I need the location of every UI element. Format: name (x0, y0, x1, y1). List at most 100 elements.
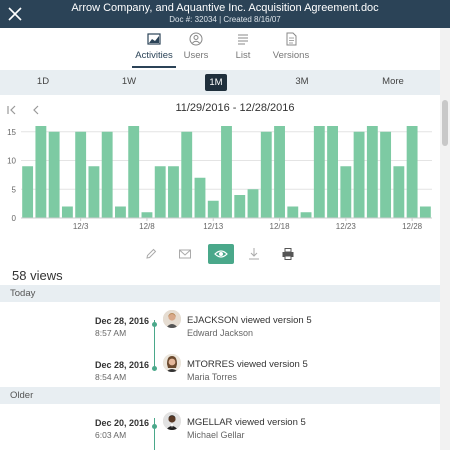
chart-bar[interactable] (181, 131, 193, 218)
tab-label: Activities (135, 50, 173, 61)
x-tick-label: 12/18 (270, 222, 291, 231)
y-tick-label: 15 (7, 128, 16, 137)
tab-underline (132, 66, 176, 68)
tab-list[interactable]: List (229, 32, 257, 68)
activity-action: MGELLAR viewed version 5 (187, 417, 306, 428)
activity-filter-toolbar (0, 243, 440, 265)
section-header-older: Older (0, 387, 440, 404)
chart-bar[interactable] (115, 206, 126, 219)
list-icon (236, 32, 250, 46)
tab-label: List (235, 50, 251, 61)
activity-time: 6:03 AM (95, 430, 127, 440)
x-tick-label: 12/8 (139, 222, 155, 231)
range-1d-button[interactable]: 1D (35, 76, 51, 87)
timeline-dot (152, 424, 157, 429)
scrollbar-track[interactable] (440, 28, 450, 450)
x-tick-label: 12/13 (203, 222, 224, 231)
document-title: Arrow Company, and Aquantive Inc. Acquis… (71, 2, 379, 14)
range-more-button[interactable]: More (380, 76, 406, 87)
tab-users[interactable]: Users (181, 32, 211, 68)
activity-date: Dec 20, 2016 (95, 418, 150, 428)
chart-bar[interactable] (260, 131, 272, 218)
chart-bar[interactable] (88, 166, 100, 218)
x-tick-label: 12/3 (73, 222, 89, 231)
pencil-icon[interactable] (142, 245, 160, 263)
chart-bar[interactable] (419, 206, 431, 219)
chart-bar[interactable] (234, 195, 246, 218)
chart-bar[interactable] (327, 126, 338, 218)
user-icon (189, 32, 203, 46)
views-count: 58 views (12, 268, 63, 283)
activity-item[interactable]: Dec 20, 2016 6:03 AM MGELLAR viewed vers… (0, 412, 440, 450)
chart-bar[interactable] (194, 177, 206, 218)
chart-bar[interactable] (48, 131, 60, 218)
download-icon[interactable] (245, 245, 263, 263)
chart-bar[interactable] (406, 126, 418, 218)
first-page-icon[interactable] (6, 103, 18, 115)
activity-time: 8:57 AM (95, 328, 127, 338)
avatar (163, 412, 181, 430)
chart-bar[interactable] (22, 166, 34, 218)
range-selector: 1D 1W 1M 3M More (0, 70, 440, 95)
tab-label: Users (183, 50, 209, 61)
chart-bar[interactable] (168, 166, 179, 218)
activity-person: Edward Jackson (187, 328, 254, 338)
date-range-label: 11/29/2016 - 12/28/2016 (175, 102, 295, 114)
activity-time: 8:54 AM (95, 372, 127, 382)
activity-action: MTORRES viewed version 5 (187, 359, 308, 370)
chart-bar[interactable] (35, 126, 47, 218)
activity-item[interactable]: Dec 28, 2016 8:57 AM EJACKSON viewed ver… (0, 310, 440, 358)
activity-date: Dec 28, 2016 (95, 316, 150, 326)
chart-bar[interactable] (207, 200, 219, 218)
chart-bar[interactable] (221, 126, 232, 218)
chart-bar[interactable] (247, 189, 259, 218)
chart-bar[interactable] (61, 206, 73, 219)
y-tick-label: 0 (12, 214, 17, 223)
timeline-dot (152, 322, 157, 327)
activity-person: Maria Torres (187, 372, 237, 382)
chart-bar[interactable] (300, 212, 312, 218)
date-navigation: 11/29/2016 - 12/28/2016 (0, 97, 440, 121)
print-icon[interactable] (279, 245, 297, 263)
chart-bar[interactable] (313, 126, 325, 218)
activity-date: Dec 28, 2016 (95, 360, 150, 370)
tab-bar: Activities Users List Versions (0, 28, 450, 70)
x-tick-label: 12/23 (336, 222, 357, 231)
tab-label: Versions (272, 50, 310, 61)
chart-bar[interactable] (353, 131, 365, 218)
avatar (163, 354, 181, 372)
tab-versions[interactable]: Versions (271, 32, 311, 68)
tab-activities[interactable]: Activities (132, 32, 176, 68)
chart-icon (147, 32, 161, 46)
title-bar: Arrow Company, and Aquantive Inc. Acquis… (0, 0, 450, 28)
mail-icon[interactable] (176, 245, 194, 263)
section-header-today: Today (0, 285, 440, 302)
timeline-dot (152, 366, 157, 371)
range-1m-button[interactable]: 1M (205, 74, 227, 91)
chart-bar[interactable] (274, 126, 285, 218)
avatar (163, 310, 181, 328)
chart-bar[interactable] (380, 131, 392, 218)
range-3m-button[interactable]: 3M (292, 76, 312, 87)
chart-bar[interactable] (141, 212, 153, 218)
range-1w-button[interactable]: 1W (119, 76, 139, 87)
eye-icon[interactable] (208, 244, 234, 264)
document-icon (284, 32, 298, 46)
activity-action: EJACKSON viewed version 5 (187, 315, 312, 326)
chart-bar[interactable] (154, 166, 166, 218)
chart-bar[interactable] (75, 131, 87, 218)
chart-bar[interactable] (366, 126, 378, 218)
chart-bar[interactable] (101, 131, 113, 218)
y-tick-label: 5 (12, 185, 17, 194)
chart-bar[interactable] (393, 166, 405, 218)
chart-bar[interactable] (287, 206, 299, 219)
previous-icon[interactable] (30, 103, 42, 115)
document-subtitle: Doc #: 32034 | Created 8/16/07 (169, 15, 281, 24)
y-tick-label: 10 (7, 157, 16, 166)
activity-chart: 0 5 10 15 12/3 12/8 12/13 12/18 12/23 12/28 (7, 126, 432, 231)
scrollbar-thumb[interactable] (442, 100, 448, 146)
activity-person: Michael Gellar (187, 430, 245, 440)
x-tick-label: 12/28 (402, 222, 423, 231)
chart-bar[interactable] (340, 166, 352, 218)
chart-bar[interactable] (128, 126, 140, 218)
